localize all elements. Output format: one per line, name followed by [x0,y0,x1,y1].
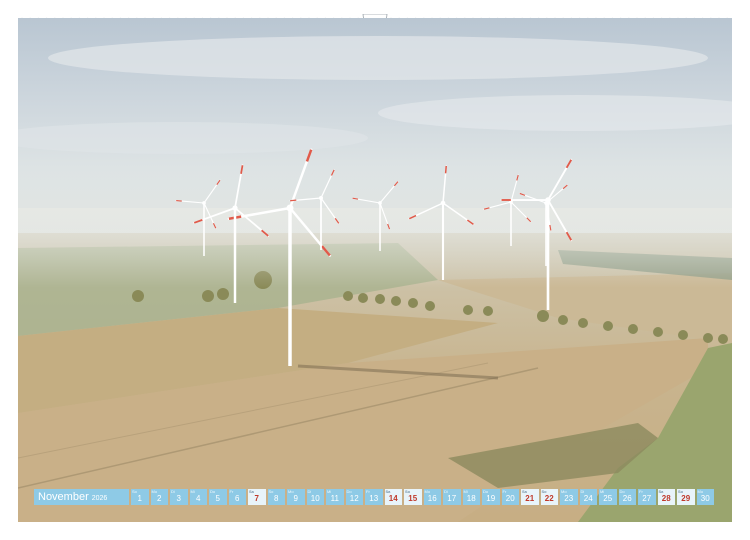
day-number: 8 [274,493,279,503]
day-number: 17 [447,493,457,503]
day-number: 28 [661,493,671,503]
day-cell: Mo 30 [696,489,714,505]
day-cell: Do 19 [482,489,500,505]
day-number: 14 [388,493,398,503]
day-cell: Do 12 [345,489,363,505]
day-cell: Sa 7 [248,489,266,505]
day-number: 27 [642,493,652,503]
weekday-label: Di [444,489,448,494]
weekday-label: Do [210,489,216,494]
month-name: November [38,491,89,503]
day-number: 3 [176,493,181,503]
day-cell: So 15 [404,489,422,505]
day-cell: Do 26 [618,489,636,505]
day-cell: So 29 [677,489,695,505]
weekday-label: Di [580,489,585,494]
day-cell: Mi 4 [189,489,207,505]
day-number: 1 [137,493,142,503]
day-cell: Mo 2 [150,489,168,505]
day-cell: So 22 [540,489,558,505]
day-number: 6 [235,493,240,503]
day-number: 22 [544,493,554,503]
weekday-label: So [405,489,411,494]
day-number: 24 [583,493,593,503]
day-cell: Fr 6 [228,489,246,505]
weekday-label: Mo [288,489,294,494]
day-cell: Di 17 [443,489,461,505]
day-number: 4 [196,493,201,503]
weekday-label: Fr [502,489,507,494]
wind-farm-photo [18,18,732,522]
year-label: 2026 [91,495,108,502]
day-number: 29 [681,493,691,503]
day-cell: Sa 21 [521,489,539,505]
day-number: 30 [700,493,710,503]
weekday-label: Fr [639,489,643,494]
weekday-label: Mo [561,489,567,494]
calendar-photo [18,18,732,522]
weekday-label: Mo [424,489,431,494]
weekday-label: Mi [190,489,195,494]
weekday-label: Do [483,489,489,494]
weekday-label: So [678,489,684,494]
weekday-label: Mi [327,489,332,494]
weekday-label: Fr [229,489,234,494]
day-number: 26 [622,493,632,503]
day-cell: Sa 14 [384,489,402,505]
day-cell: Di 10 [306,489,324,505]
weekday-label: So [132,489,137,494]
day-cell: Fr 13 [365,489,383,505]
month-label: November 2026 [34,489,129,505]
weekday-label: Fr [366,489,370,494]
day-cell: Mo 23 [560,489,578,505]
weekday-label: Sa [658,489,664,494]
day-cell: Sa 28 [657,489,675,505]
day-cell: Fr 20 [501,489,519,505]
day-number: 5 [215,493,220,503]
weekday-label: Sa [249,489,254,494]
weekday-label: Mi [463,489,468,494]
weekday-label: Do [346,489,352,494]
day-number: 15 [408,493,418,503]
calendar-strip: November 2026 So 1 Mo 2 Di 3 Mi 4 Do 5 Fr 6 Sa 7 So 8 Mo… [34,489,716,505]
day-number: 20 [505,493,515,503]
day-number: 16 [427,493,437,503]
day-cell: Di 24 [579,489,597,505]
day-number: 23 [564,493,574,503]
weekday-label: Mo [697,489,704,494]
day-number: 19 [486,493,496,503]
day-number: 25 [603,493,613,503]
weekday-label: Mi [600,489,605,494]
day-number: 11 [330,493,339,503]
day-cell: Mo 9 [287,489,305,505]
day-number: 7 [254,493,259,503]
day-number: 13 [369,493,379,503]
day-cell: Mi 25 [599,489,617,505]
days-row: So 1 Mo 2 Di 3 Mi 4 Do 5 Fr 6 Sa 7 So 8 Mo 9 Di 10 Mi 11 Do 12 F… [131,489,716,505]
day-cell: Fr 27 [638,489,656,505]
weekday-label: So [268,489,274,494]
day-cell: Di 3 [170,489,188,505]
day-number: 12 [349,493,359,503]
day-cell: Mi 18 [462,489,480,505]
weekday-label: Di [307,489,312,494]
day-number: 21 [525,493,535,503]
weekday-label: Di [171,489,175,494]
day-number: 2 [157,493,162,503]
day-number: 18 [466,493,476,503]
day-cell: So 8 [267,489,285,505]
weekday-label: Mo [151,489,158,494]
weekday-label: Sa [522,489,527,494]
day-number: 9 [293,493,298,503]
day-cell: Do 5 [209,489,227,505]
weekday-label: So [541,489,547,494]
weekday-label: Sa [385,489,391,494]
weekday-label: Do [619,489,625,494]
day-number: 10 [310,493,320,503]
day-cell: So 1 [131,489,149,505]
day-cell: Mo 16 [423,489,441,505]
day-cell: Mi 11 [326,489,344,505]
